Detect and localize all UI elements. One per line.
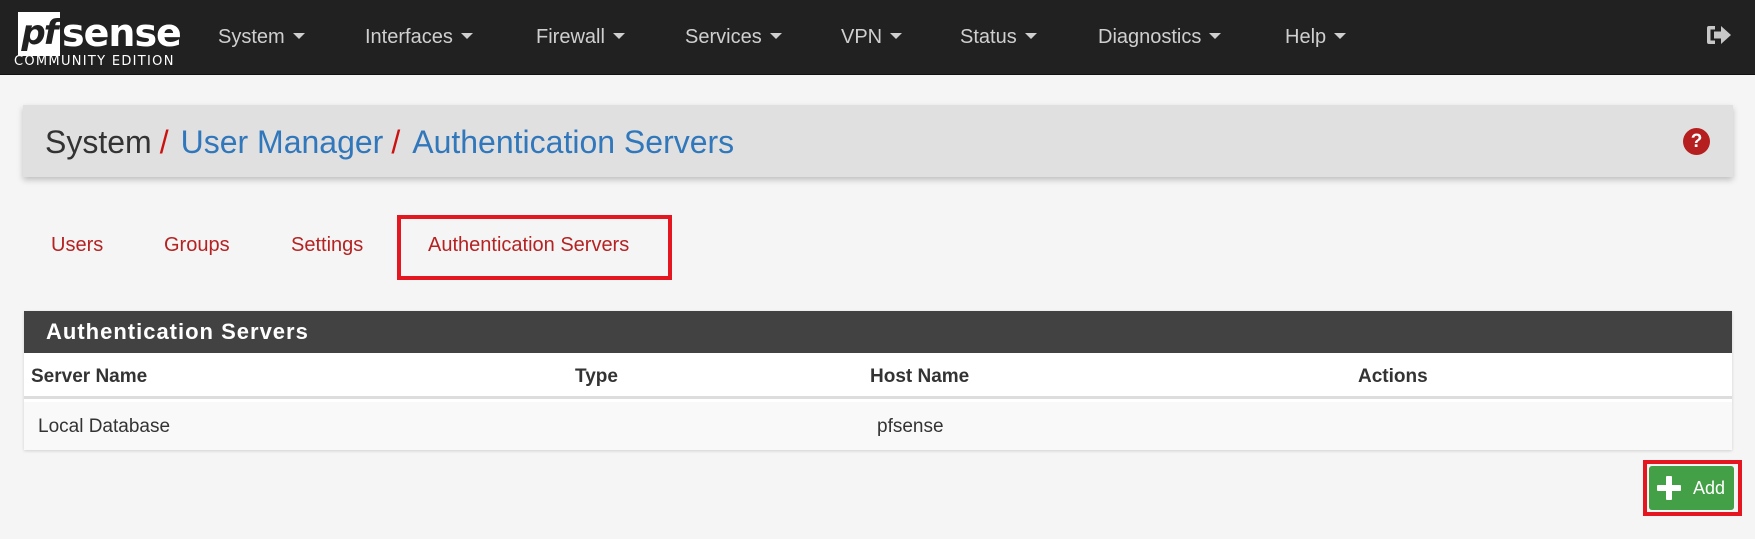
- breadcrumb-separator: /: [391, 124, 401, 160]
- tab-groups[interactable]: Groups: [164, 232, 230, 258]
- nav-menu-system[interactable]: System: [218, 24, 305, 50]
- table-header: Server Name Type Host Name Actions: [24, 353, 1732, 399]
- help-icon[interactable]: ?: [1683, 128, 1710, 155]
- breadcrumb-system: System: [45, 124, 152, 160]
- breadcrumb: System / User Manager / Authentication Serve…: [45, 123, 734, 161]
- breadcrumb-separator: /: [159, 124, 169, 160]
- nav-label: Interfaces: [365, 26, 453, 48]
- nav-menu-interfaces[interactable]: Interfaces: [365, 24, 473, 50]
- breadcrumb-authentication-servers[interactable]: Authentication Servers: [412, 124, 734, 160]
- add-button[interactable]: Add: [1649, 466, 1734, 510]
- pfsense-logo[interactable]: pf sense COMMUNITY EDITION: [14, 8, 182, 70]
- nav-label: VPN: [841, 26, 883, 48]
- nav-menu-vpn[interactable]: VPN: [841, 24, 903, 50]
- breadcrumb-user-manager[interactable]: User Manager: [181, 124, 384, 160]
- tab-authentication-servers[interactable]: Authentication Servers: [428, 232, 629, 258]
- caret-down-icon: [1209, 32, 1222, 39]
- nav-menu-diagnostics[interactable]: Diagnostics: [1098, 24, 1222, 50]
- breadcrumb-panel: System / User Manager / Authentication Serve…: [23, 105, 1733, 177]
- tab-settings[interactable]: Settings: [291, 232, 363, 258]
- nav-label: Diagnostics: [1098, 26, 1202, 48]
- nav-menu-help[interactable]: Help: [1285, 24, 1347, 50]
- add-button-label: Add: [1693, 478, 1726, 498]
- caret-down-icon: [612, 32, 625, 39]
- auth-servers-panel: Authentication Servers Server Name Type …: [24, 311, 1732, 450]
- logo-subtitle: COMMUNITY EDITION: [14, 54, 175, 69]
- caret-down-icon: [1024, 32, 1037, 39]
- plus-icon: [1657, 476, 1681, 500]
- cell-server-name: Local Database: [38, 416, 171, 437]
- caret-down-icon: [292, 32, 305, 39]
- caret-down-icon: [890, 32, 903, 39]
- column-header-server-name[interactable]: Server Name: [31, 365, 147, 389]
- tab-users[interactable]: Users: [51, 232, 103, 258]
- column-header-host-name[interactable]: Host Name: [870, 365, 969, 389]
- table-row[interactable]: Local Database pfsense: [24, 402, 1732, 450]
- nav-menu-services[interactable]: Services: [685, 24, 782, 50]
- column-header-actions: Actions: [1358, 366, 1428, 387]
- caret-down-icon: [460, 32, 473, 39]
- nav-menu-firewall[interactable]: Firewall: [536, 24, 625, 50]
- nav-menu-status[interactable]: Status: [960, 24, 1037, 50]
- nav-label: Status: [960, 26, 1017, 48]
- nav-label: System: [218, 26, 285, 48]
- panel-heading: Authentication Servers: [24, 311, 1732, 353]
- panel-title: Authentication Servers: [46, 319, 309, 344]
- nav-label: Services: [685, 26, 762, 48]
- nav-label: Help: [1285, 26, 1327, 48]
- logout-button[interactable]: [1704, 22, 1734, 48]
- caret-down-icon: [769, 32, 782, 39]
- caret-down-icon: [1334, 32, 1347, 39]
- column-header-type[interactable]: Type: [575, 365, 618, 389]
- sign-out-icon: [1707, 26, 1731, 44]
- nav-label: Firewall: [536, 26, 605, 48]
- top-navbar: pf sense COMMUNITY EDITION System Interf…: [0, 0, 1755, 75]
- logo-mark: pf: [18, 12, 60, 56]
- cell-host-name: pfsense: [877, 416, 944, 437]
- logo-word: sense: [62, 11, 182, 55]
